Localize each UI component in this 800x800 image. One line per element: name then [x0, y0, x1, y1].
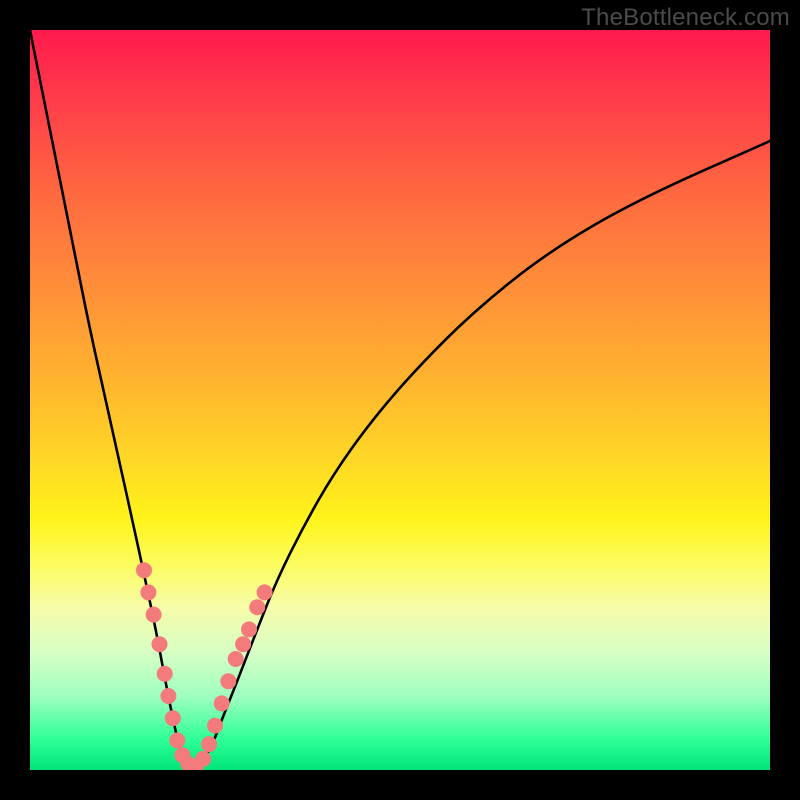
marker-point	[146, 607, 162, 623]
marker-point	[235, 636, 251, 652]
watermark-text: TheBottleneck.com	[581, 4, 790, 32]
marker-point	[220, 673, 236, 689]
marker-point	[257, 584, 273, 600]
marker-point	[136, 562, 152, 578]
marker-point	[165, 710, 181, 726]
marker-point	[160, 688, 176, 704]
marker-point	[152, 636, 168, 652]
marker-point	[214, 695, 230, 711]
chart-svg	[30, 30, 770, 770]
marker-point	[241, 621, 257, 637]
highlight-markers	[136, 562, 273, 770]
marker-point	[169, 732, 185, 748]
marker-point	[207, 718, 223, 734]
plot-area	[30, 30, 770, 770]
marker-point	[157, 666, 173, 682]
outer-frame: TheBottleneck.com	[0, 0, 800, 800]
marker-point	[228, 651, 244, 667]
marker-point	[249, 599, 265, 615]
marker-point	[140, 584, 156, 600]
bottleneck-curve	[30, 30, 770, 765]
marker-point	[195, 751, 211, 767]
marker-point	[201, 736, 217, 752]
